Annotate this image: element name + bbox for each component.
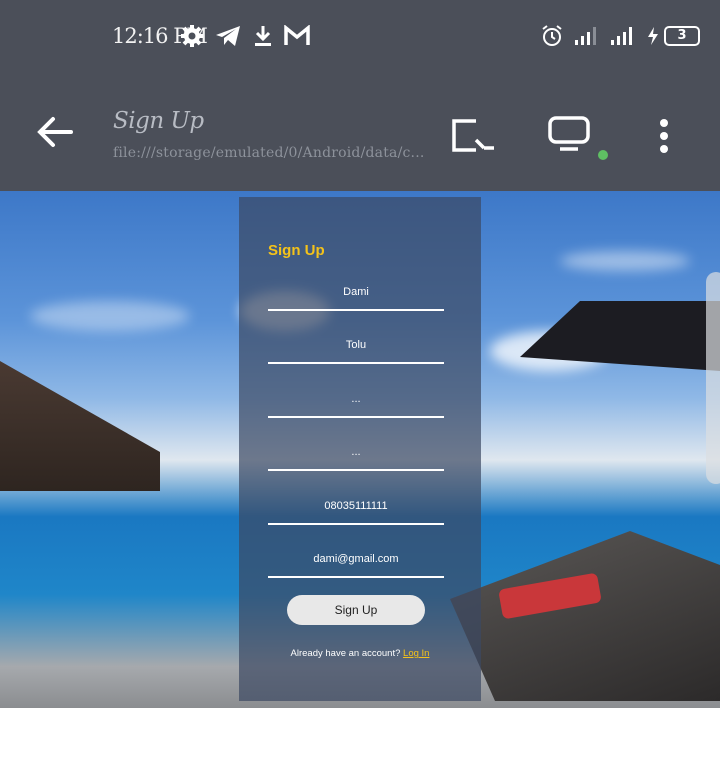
battery-indicator: 3: [646, 26, 700, 46]
status-icons-right: 3: [540, 24, 700, 48]
battery-icon: 3: [664, 26, 700, 46]
charging-icon: [648, 27, 658, 45]
signup-form-panel: Sign Up Dami Tolu ... ... 08035111111 da…: [239, 197, 481, 701]
cast-screen-icon[interactable]: [548, 116, 590, 152]
confirm-password-field[interactable]: ...: [268, 439, 444, 471]
more-vertical-icon[interactable]: [652, 118, 676, 154]
signal-icon: [611, 27, 632, 45]
signal-icon: [575, 27, 596, 45]
page-title: Sign Up: [113, 108, 204, 134]
login-prompt: Already have an account? Log In: [239, 648, 481, 659]
status-dot: [598, 150, 608, 160]
browser-toolbar: Sign Up file:///storage/emulated/0/Andro…: [0, 80, 720, 191]
alarm-icon: [542, 25, 562, 46]
back-arrow-icon[interactable]: [36, 116, 74, 148]
phone-field[interactable]: 08035111111: [268, 493, 444, 525]
password-field[interactable]: ...: [268, 386, 444, 418]
gmail-icon: [284, 25, 310, 45]
gear-icon: [181, 25, 203, 47]
status-bar: 12:16 PM 3: [0, 0, 720, 80]
page-url: file:///storage/emulated/0/Android/data/…: [113, 145, 425, 161]
last-name-field[interactable]: Tolu: [268, 332, 444, 364]
status-icons-left: [180, 24, 310, 48]
first-name-field[interactable]: Dami: [268, 279, 444, 311]
login-link[interactable]: Log In: [403, 648, 429, 659]
open-external-icon[interactable]: [450, 118, 496, 154]
signup-button[interactable]: Sign Up: [287, 595, 425, 625]
form-title: Sign Up: [268, 242, 325, 259]
email-field[interactable]: dami@gmail.com: [268, 546, 444, 578]
side-panel-handle[interactable]: [706, 272, 720, 484]
telegram-icon: [216, 26, 240, 46]
download-icon: [255, 26, 271, 46]
login-prompt-text: Already have an account?: [290, 648, 401, 659]
